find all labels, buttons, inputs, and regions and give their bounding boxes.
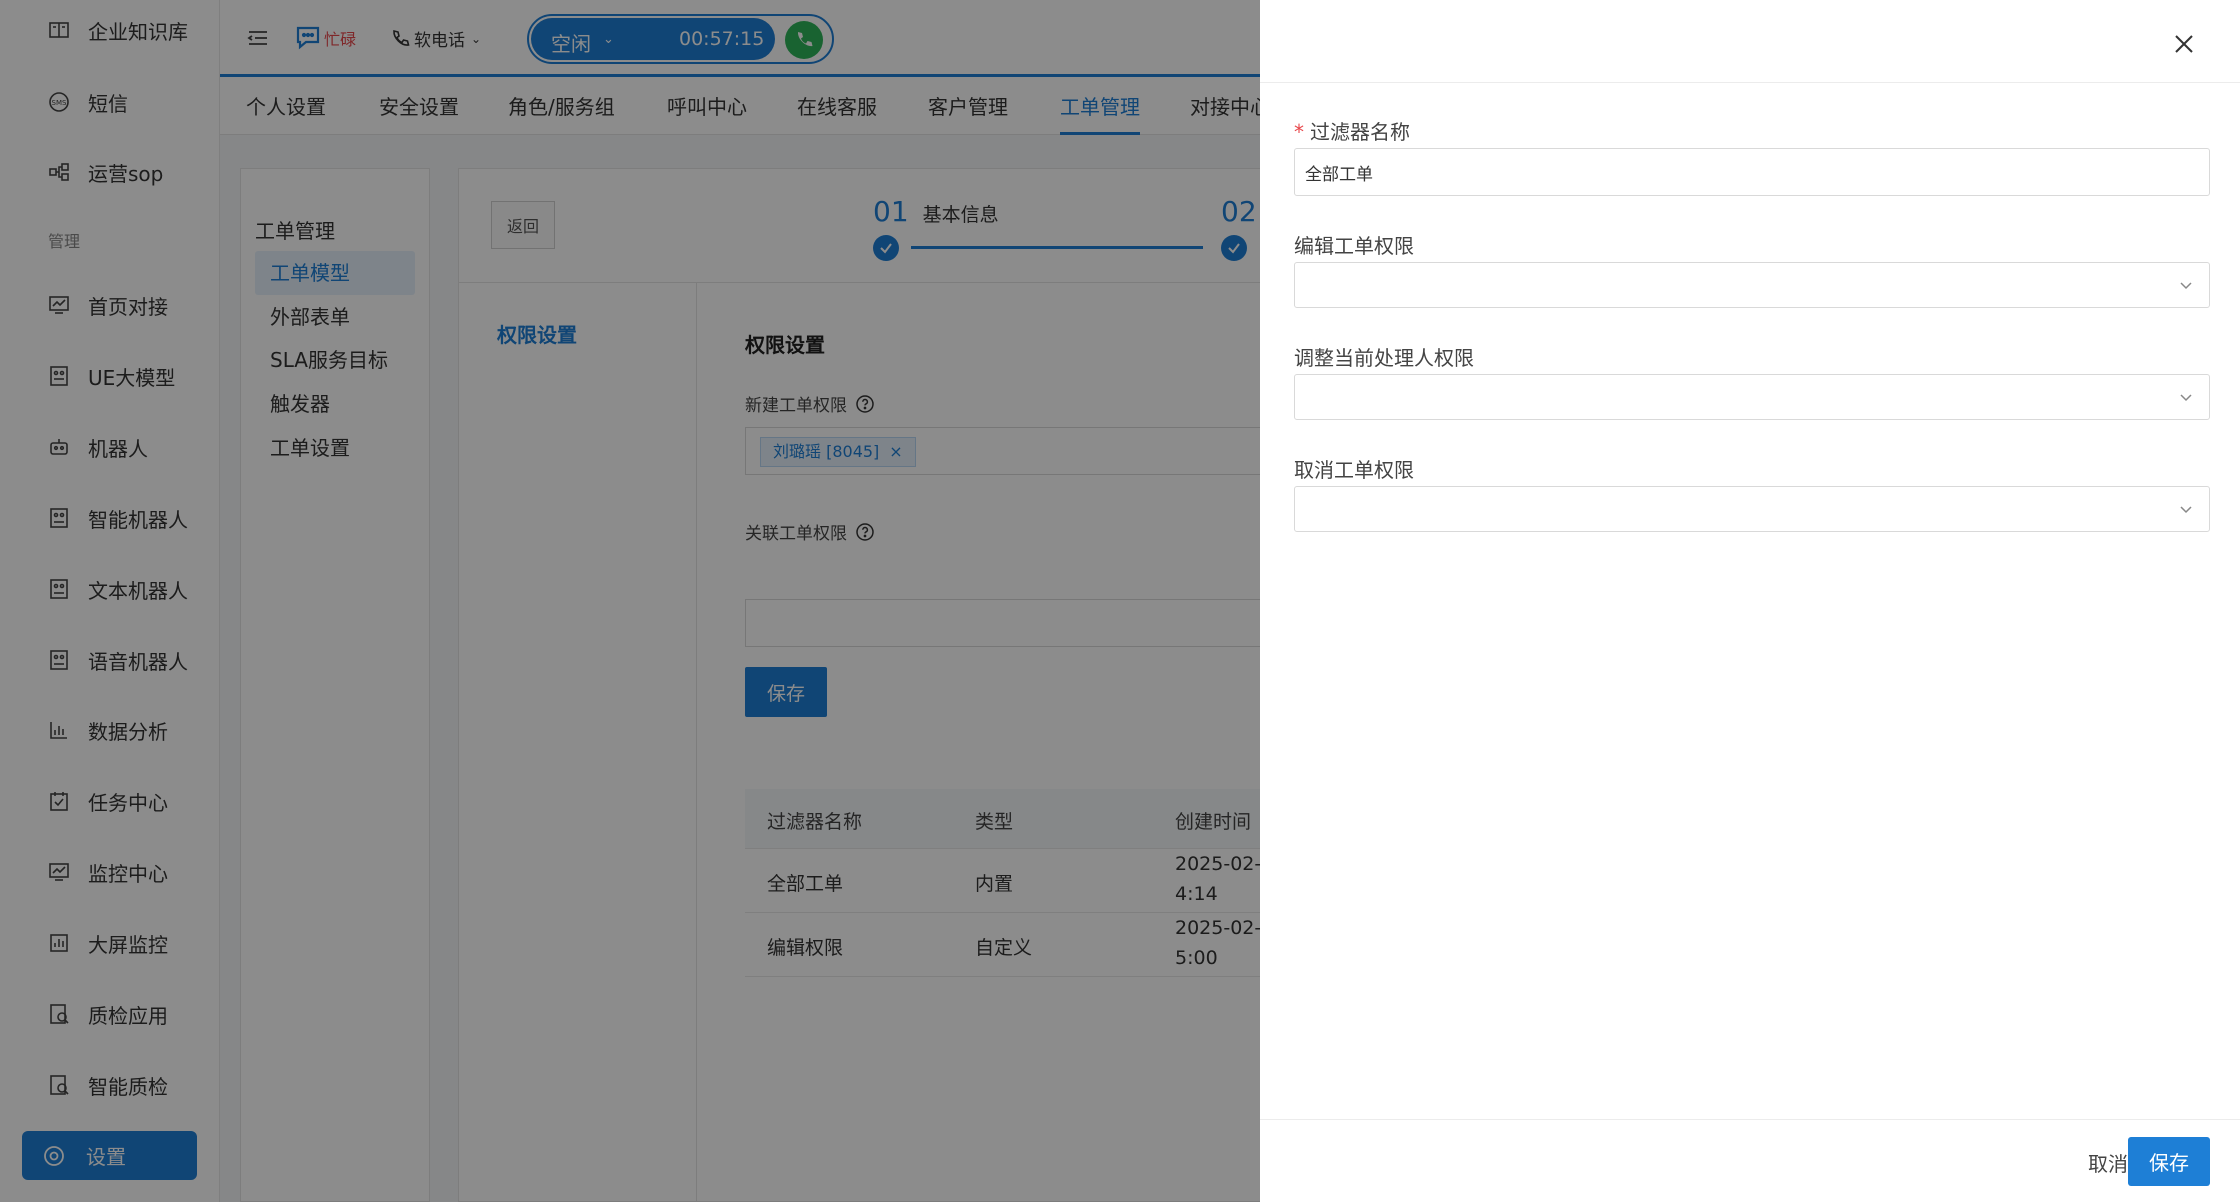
filter-drawer: * 过滤器名称 全部工单 编辑工单权限 调整当前处理人权限 取消工单权限 取消 保… [1260, 0, 2240, 1202]
cancel-perm-label: 取消工单权限 [1294, 458, 1414, 482]
chevron-down-icon [2177, 388, 2195, 406]
divider [1260, 1119, 2240, 1120]
filter-name-label: * 过滤器名称 [1294, 116, 1410, 145]
adjust-perm-label: 调整当前处理人权限 [1294, 346, 1474, 370]
app-root: 企业知识库 SMS 短信 运营sop 管理 首页对接 UE大模型 机器人 智能机… [0, 0, 2240, 1202]
required-mark: * [1294, 120, 1304, 144]
save-button[interactable]: 保存 [2128, 1137, 2210, 1186]
edit-perm-label: 编辑工单权限 [1294, 234, 1414, 258]
close-icon[interactable] [2170, 30, 2198, 58]
cancel-perm-select[interactable] [1294, 486, 2210, 532]
divider [1260, 82, 2240, 83]
modal-overlay[interactable] [0, 0, 1260, 1202]
adjust-perm-select[interactable] [1294, 374, 2210, 420]
chevron-down-icon [2177, 276, 2195, 294]
field-label-text: 过滤器名称 [1310, 120, 1410, 144]
chevron-down-icon [2177, 500, 2195, 518]
edit-perm-select[interactable] [1294, 262, 2210, 308]
filter-name-input[interactable]: 全部工单 [1294, 148, 2210, 196]
